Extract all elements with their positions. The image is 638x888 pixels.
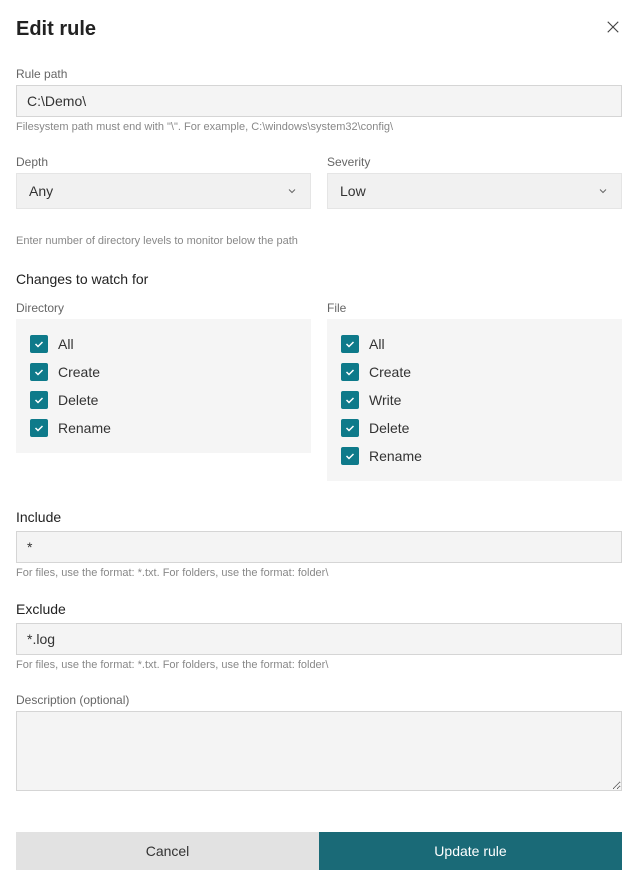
chevron-down-icon [597, 185, 609, 197]
checkbox-icon [30, 335, 48, 353]
include-label: Include [16, 509, 622, 525]
severity-label: Severity [327, 155, 622, 169]
file-checkbox-create[interactable]: Create [341, 363, 608, 381]
exclude-help: For files, use the format: *.txt. For fo… [16, 659, 622, 671]
directory-checkbox-delete[interactable]: Delete [30, 391, 297, 409]
checkbox-icon [30, 363, 48, 381]
depth-help: Enter number of directory levels to moni… [16, 235, 622, 247]
close-button[interactable] [604, 18, 622, 41]
checkbox-icon [30, 391, 48, 409]
checkbox-label: All [58, 336, 74, 352]
checkbox-label: Rename [369, 448, 422, 464]
checkbox-label: Write [369, 392, 401, 408]
checkbox-icon [341, 363, 359, 381]
directory-label: Directory [16, 301, 311, 315]
file-checkbox-all[interactable]: All [341, 335, 608, 353]
description-label: Description (optional) [16, 693, 622, 707]
close-icon [604, 18, 622, 36]
checkbox-label: All [369, 336, 385, 352]
changes-title: Changes to watch for [16, 271, 622, 287]
exclude-label: Exclude [16, 601, 622, 617]
file-checkbox-write[interactable]: Write [341, 391, 608, 409]
depth-label: Depth [16, 155, 311, 169]
page-title: Edit rule [16, 18, 96, 41]
checkbox-icon [341, 335, 359, 353]
checkbox-label: Delete [369, 420, 409, 436]
depth-value: Any [29, 183, 53, 199]
rule-path-input[interactable] [16, 85, 622, 117]
depth-select[interactable]: Any [16, 173, 311, 209]
update-rule-button[interactable]: Update rule [319, 832, 622, 870]
checkbox-label: Create [58, 364, 100, 380]
include-input[interactable] [16, 531, 622, 563]
file-checkbox-delete[interactable]: Delete [341, 419, 608, 437]
description-textarea[interactable] [16, 711, 622, 791]
checkbox-label: Delete [58, 392, 98, 408]
checkbox-icon [341, 447, 359, 465]
directory-checkbox-all[interactable]: All [30, 335, 297, 353]
file-checkbox-rename[interactable]: Rename [341, 447, 608, 465]
checkbox-icon [341, 419, 359, 437]
exclude-input[interactable] [16, 623, 622, 655]
chevron-down-icon [286, 185, 298, 197]
cancel-button[interactable]: Cancel [16, 832, 319, 870]
checkbox-icon [30, 419, 48, 437]
directory-checkbox-create[interactable]: Create [30, 363, 297, 381]
file-panel: All Create Write Delete Rename [327, 319, 622, 481]
checkbox-label: Rename [58, 420, 111, 436]
include-help: For files, use the format: *.txt. For fo… [16, 567, 622, 579]
rule-path-help: Filesystem path must end with "\". For e… [16, 121, 622, 133]
checkbox-label: Create [369, 364, 411, 380]
severity-value: Low [340, 183, 366, 199]
file-label: File [327, 301, 622, 315]
rule-path-label: Rule path [16, 67, 622, 81]
severity-select[interactable]: Low [327, 173, 622, 209]
directory-checkbox-rename[interactable]: Rename [30, 419, 297, 437]
checkbox-icon [341, 391, 359, 409]
directory-panel: All Create Delete Rename [16, 319, 311, 453]
